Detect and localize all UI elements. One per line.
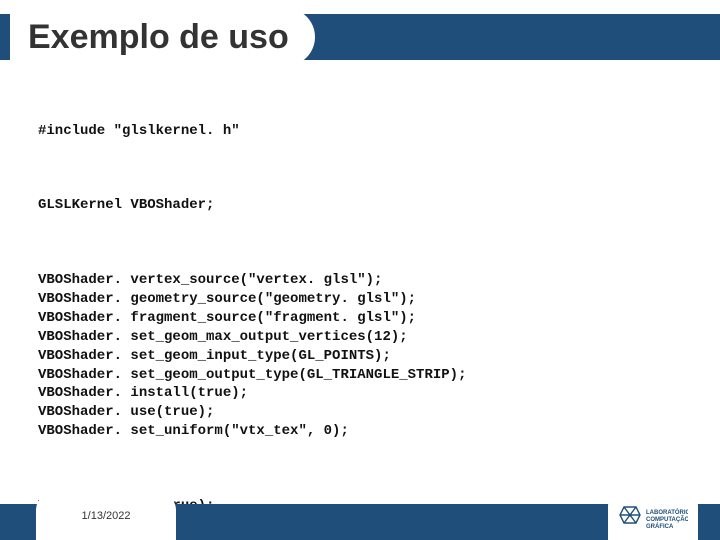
slide: Exemplo de uso #include "glslkernel. h" …: [0, 0, 720, 540]
footer-date: 1/13/2022: [82, 510, 131, 522]
title-container: Exemplo de uso: [10, 8, 315, 66]
code-setup: VBOShader. vertex_source("vertex. glsl")…: [38, 271, 690, 441]
svg-text:GRÁFICA: GRÁFICA: [646, 523, 674, 530]
footer-logo: LABORATÓRIO DE COMPUTAÇÃO GRÁFICA: [608, 492, 698, 540]
lab-logo-icon: LABORATÓRIO DE COMPUTAÇÃO GRÁFICA: [618, 501, 688, 531]
svg-text:LABORATÓRIO DE: LABORATÓRIO DE: [646, 508, 688, 516]
svg-text:COMPUTAÇÃO: COMPUTAÇÃO: [646, 516, 688, 523]
slide-title: Exemplo de uso: [28, 18, 289, 57]
code-include: #include "glslkernel. h": [38, 122, 690, 141]
code-area: #include "glslkernel. h" GLSLKernel VBOS…: [38, 84, 690, 540]
code-declaration: GLSLKernel VBOShader;: [38, 196, 690, 215]
footer-date-container: 1/13/2022: [36, 492, 176, 540]
